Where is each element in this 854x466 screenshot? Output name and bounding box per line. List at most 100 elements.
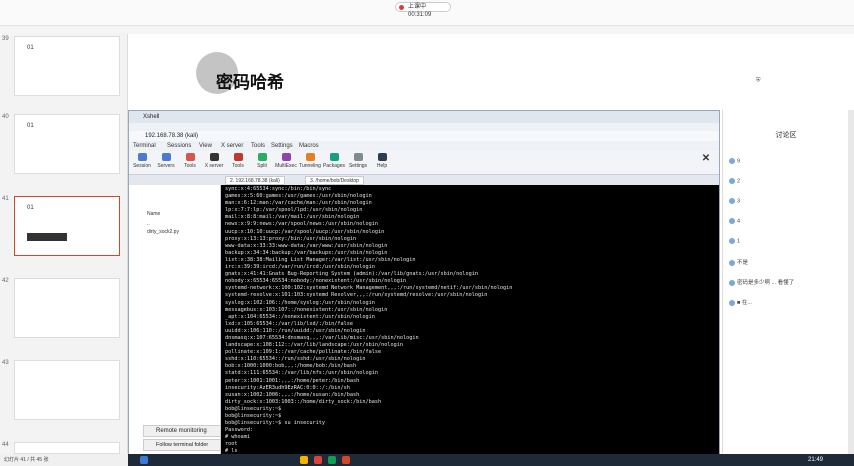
menu-item[interactable]: Sessions xyxy=(167,141,191,151)
toolbar-label: Tunneling xyxy=(299,163,321,169)
terminal-line: peter:x:1001:1001:,,,:/home/peter:/bin/b… xyxy=(225,377,360,384)
slide-thumbnail-panel: 39 01 40 01 41 01 42 43 44 xyxy=(0,34,128,454)
menu-item[interactable]: View xyxy=(199,141,212,151)
terminal-line: bob@linsecurity:~$ su insecurity xyxy=(225,420,325,427)
tab-session[interactable]: 3. /home/bob/Desktop xyxy=(305,176,364,185)
multiexec-button[interactable]: MultiExec xyxy=(275,153,297,169)
tools-button[interactable]: Tools xyxy=(179,153,201,169)
toolbar-label: X server xyxy=(204,163,224,169)
terminal-icon xyxy=(137,153,147,161)
terminal-line: sshd:x:110:65534::/run/sshd:/usr/sbin/no… xyxy=(225,356,366,363)
sftp-row[interactable]: .. xyxy=(147,221,150,227)
tools-icon xyxy=(185,153,195,161)
slide-number: 41 xyxy=(2,196,9,202)
terminal-line: gnats:x:41:41:Gnats Bug-Reporting System… xyxy=(225,271,478,278)
slide-title: 密码哈希 xyxy=(216,73,284,92)
tab-session[interactable]: 2. 192.168.78.38 (kali) xyxy=(225,176,285,185)
slide-thumbnail[interactable]: 01 xyxy=(14,114,120,174)
servers-button[interactable]: Servers xyxy=(155,153,177,169)
terminal-line: bob@linsecurity:~$ xyxy=(225,405,282,412)
terminal-line: sync:x:4:65534:sync:/bin:/bin/sync xyxy=(225,186,332,192)
chat-scrollbar[interactable] xyxy=(848,110,854,456)
tools2-button[interactable]: Tools xyxy=(227,153,249,169)
recording-icon xyxy=(399,5,404,10)
slide-thumbnail[interactable]: 01 xyxy=(14,36,120,96)
thumb-title: 01 xyxy=(27,123,34,129)
terminal-line: systemd-resolve:x:101:103:systemd Resolv… xyxy=(225,292,488,299)
chat-message: 4 xyxy=(729,218,740,224)
terminal-text: sync:x:4:65534:sync:/bin:/bin/sync games:… xyxy=(225,186,512,455)
multiexec-icon xyxy=(281,153,291,161)
terminal-app-icon[interactable] xyxy=(328,456,336,464)
split-button[interactable]: Split xyxy=(251,153,273,169)
sftp-browser: Name .. dirty_sock2.py xyxy=(129,185,221,457)
split-icon xyxy=(257,153,267,161)
slide-thumbnail[interactable] xyxy=(14,278,120,338)
help-icon xyxy=(377,153,387,161)
terminal-line: root xyxy=(225,441,238,448)
slide-thumbnail[interactable] xyxy=(14,360,120,420)
menu-item[interactable]: X server xyxy=(221,141,243,151)
slide-number: 44 xyxy=(2,442,9,448)
toolbar-label: Settings xyxy=(348,163,368,169)
ppt-toolbar xyxy=(0,26,854,34)
tunneling-button[interactable]: Tunneling xyxy=(299,153,321,169)
chat-text: 3 xyxy=(737,198,741,205)
terminal-line: backup:x:34:34:backup:/var/backups:/usr/… xyxy=(225,249,388,256)
slide-number: 40 xyxy=(2,114,9,120)
follow-folder-checkbox[interactable]: Follow terminal folder xyxy=(143,439,221,451)
sftp-row[interactable]: dirty_sock2.py xyxy=(147,229,179,235)
terminal-line: Password: xyxy=(225,427,254,434)
toolbar-label: MultiExec xyxy=(275,163,297,169)
chat-message: 不是 xyxy=(729,258,748,266)
toolbar-label: Session xyxy=(133,163,151,169)
start-icon[interactable] xyxy=(140,456,148,464)
explorer-icon[interactable] xyxy=(300,456,308,464)
terminal-line: proxy:x:13:13:proxy:/bin:/usr/sbin/nolog… xyxy=(225,235,357,242)
session-tabs: 2. 192.168.78.38 (kali) 3. /home/bob/Des… xyxy=(129,175,719,185)
toolbar-label: Servers xyxy=(157,163,175,169)
thumb-code-block xyxy=(27,233,67,241)
toolbar-label: Tools xyxy=(232,163,244,169)
packages-button[interactable]: Packages xyxy=(323,153,345,169)
gear-icon xyxy=(353,153,363,161)
terminal-line: man:x:6:12:man:/var/cache/man:/usr/sbin/… xyxy=(225,200,372,207)
chat-text: 不是 xyxy=(737,260,749,266)
avatar xyxy=(729,279,735,286)
chat-text: 4 xyxy=(737,218,741,225)
browser-icon[interactable] xyxy=(314,456,322,464)
terminal-line: insecurity:AzER3udh9EzRAC:0:0::/:/bin/sh xyxy=(225,384,350,391)
tunnel-icon xyxy=(305,153,315,161)
close-icon[interactable]: ✕ xyxy=(695,153,717,164)
remote-monitoring-toggle[interactable]: Remote monitoring xyxy=(143,425,221,437)
slide-thumbnail-selected[interactable]: 01 xyxy=(14,196,120,256)
terminal-line: dnsmasq:x:107:65534:dnsmasq,,,:/var/lib/… xyxy=(225,334,419,341)
terminal-output[interactable]: sync:x:4:65534:sync:/bin:/bin/sync games:… xyxy=(221,185,719,455)
menu-item[interactable]: Settings xyxy=(271,141,293,151)
xshell-window: Xshell 192.168.78.38 (kali) Terminal Ses… xyxy=(128,110,720,457)
avatar xyxy=(729,158,735,164)
menu-item[interactable]: Macros xyxy=(299,141,319,151)
xserver-button[interactable]: X server xyxy=(203,153,225,169)
chat-header: 讨论区 xyxy=(775,132,797,139)
help-button[interactable]: Help xyxy=(371,153,393,169)
terminal-line: nobody:x:65534:65534:nobody:/nonexistent… xyxy=(225,278,407,285)
slide-status: 幻灯片 41 / 共 45 张 xyxy=(0,454,128,466)
session-button[interactable]: Session xyxy=(131,153,153,169)
settings-button[interactable]: Settings xyxy=(347,153,369,169)
slide-thumbnail[interactable] xyxy=(14,442,120,454)
chat-text: 2 xyxy=(737,178,741,185)
toolbar-label: Packages xyxy=(323,163,345,169)
terminal-line: bob@linsecurity:~$ xyxy=(225,413,282,419)
menu-item[interactable]: Tools xyxy=(251,141,265,151)
chat-text: 9 xyxy=(737,158,741,165)
terminal-line: lp:x:7:7:lp:/var/spool/lpd:/usr/sbin/nol… xyxy=(225,207,363,214)
sftp-header: Name xyxy=(147,211,161,217)
menu-item[interactable]: Terminal xyxy=(133,141,156,151)
chat-message: 3 xyxy=(729,198,740,204)
powerpoint-icon[interactable] xyxy=(342,456,350,464)
terminal-line: systemd-network:x:100:102:systemd Networ… xyxy=(225,285,513,292)
thumb-title: 01 xyxy=(27,205,34,211)
terminal-line: syslog:x:102:106::/home/syslog:/usr/sbin… xyxy=(225,299,375,306)
avatar xyxy=(729,238,735,244)
